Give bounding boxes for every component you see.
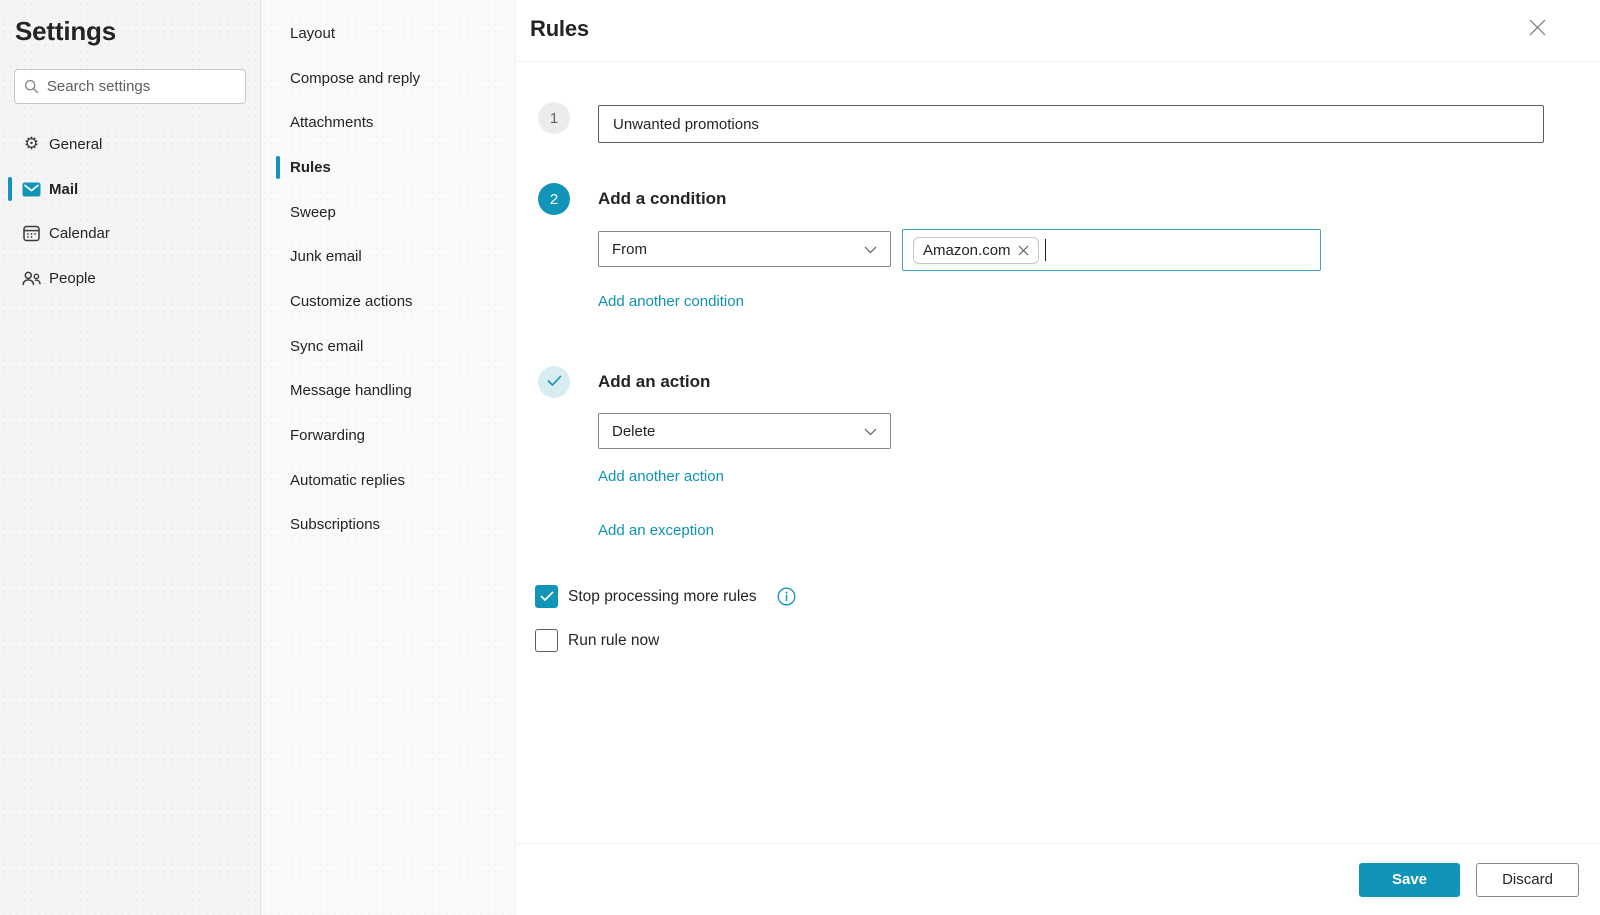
settings-category-nav: ⚙ General Mail Calendar People: [0, 122, 260, 301]
add-another-action-link[interactable]: Add another action: [598, 468, 724, 485]
discard-button[interactable]: Discard: [1476, 863, 1579, 897]
settings-title: Settings: [0, 14, 260, 47]
subnav-item-subscriptions[interactable]: Subscriptions: [261, 503, 515, 548]
sidebar-item-calendar[interactable]: Calendar: [0, 211, 260, 256]
subnav-item-label: Subscriptions: [290, 516, 380, 533]
info-icon[interactable]: [777, 587, 796, 606]
step-3-badge: [538, 366, 570, 398]
subnav-item-label: Message handling: [290, 382, 412, 399]
run-rule-now-label: Run rule now: [568, 632, 659, 650]
subnav-item-label: Layout: [290, 25, 335, 42]
subnav-item-label: Forwarding: [290, 427, 365, 444]
subnav-item-sweep[interactable]: Sweep: [261, 190, 515, 235]
stop-processing-checkbox[interactable]: [535, 585, 558, 608]
mail-icon: [22, 180, 41, 199]
subnav-item-label: Sweep: [290, 204, 336, 221]
sidebar-item-people[interactable]: People: [0, 256, 260, 301]
close-icon[interactable]: [1522, 12, 1552, 42]
calendar-icon: [22, 224, 41, 243]
panel-header: Rules: [516, 0, 1600, 62]
rule-name-input[interactable]: [598, 105, 1544, 143]
sidebar-item-label: Mail: [49, 181, 78, 198]
condition-value-input[interactable]: Amazon.com: [902, 229, 1321, 271]
subnav-item-junk-email[interactable]: Junk email: [261, 234, 515, 279]
subnav-item-label: Rules: [290, 159, 331, 176]
action-type-dropdown[interactable]: Delete: [598, 413, 891, 449]
sidebar-item-general[interactable]: ⚙ General: [0, 122, 260, 167]
step-name-row: 1: [538, 102, 1600, 143]
rule-options: Stop processing more rules Run rule now: [535, 585, 1600, 652]
sidebar-item-label: Calendar: [49, 225, 110, 242]
subnav-item-sync-email[interactable]: Sync email: [261, 324, 515, 369]
subnav-item-compose-and-reply[interactable]: Compose and reply: [261, 56, 515, 101]
subnav-item-attachments[interactable]: Attachments: [261, 100, 515, 145]
action-type-value: Delete: [612, 423, 655, 440]
add-another-condition-link[interactable]: Add another condition: [598, 293, 744, 310]
save-button[interactable]: Save: [1359, 863, 1460, 897]
panel-footer: Save Discard: [516, 843, 1600, 915]
chip-dismiss-icon[interactable]: [1018, 245, 1029, 256]
gear-icon: ⚙: [22, 135, 41, 154]
mail-settings-subnav: Layout Compose and reply Attachments Rul…: [261, 0, 516, 915]
add-condition-heading: Add a condition: [598, 183, 1600, 215]
run-rule-now-row: Run rule now: [535, 629, 1600, 652]
add-action-heading: Add an action: [598, 366, 1600, 398]
condition-type-value: From: [612, 241, 647, 258]
subnav-item-label: Attachments: [290, 114, 373, 131]
stop-processing-label: Stop processing more rules: [568, 588, 757, 606]
step-action-row: Add an action Delete Add another action …: [538, 366, 1600, 540]
search-icon: [23, 77, 40, 96]
subnav-item-rules[interactable]: Rules: [261, 145, 515, 190]
condition-value-chip[interactable]: Amazon.com: [913, 237, 1039, 264]
selected-indicator: [8, 177, 12, 201]
sidebar-item-label: People: [49, 270, 96, 287]
subnav-item-label: Sync email: [290, 338, 363, 355]
step-2-badge: 2: [538, 183, 570, 215]
check-icon: [547, 374, 562, 391]
rule-form: 1 2 Add a condition From: [516, 62, 1600, 652]
chevron-down-icon: [864, 241, 877, 258]
step-condition-row: 2 Add a condition From Amazon.com: [538, 183, 1600, 311]
rules-edit-panel: Rules 1 2 Add a condition From: [516, 0, 1600, 915]
subnav-item-label: Compose and reply: [290, 70, 420, 87]
chevron-down-icon: [864, 423, 877, 440]
stop-processing-row: Stop processing more rules: [535, 585, 1600, 608]
add-an-exception-link[interactable]: Add an exception: [598, 522, 714, 539]
subnav-item-message-handling[interactable]: Message handling: [261, 369, 515, 414]
text-caret: [1045, 239, 1046, 261]
step-1-badge: 1: [538, 102, 570, 134]
page-title: Rules: [530, 16, 589, 42]
subnav-item-label: Automatic replies: [290, 472, 405, 489]
chip-label: Amazon.com: [923, 242, 1011, 259]
selected-indicator: [276, 156, 280, 179]
people-icon: [22, 269, 41, 288]
subnav-item-label: Customize actions: [290, 293, 413, 310]
search-settings-box[interactable]: [14, 69, 246, 104]
subnav-item-forwarding[interactable]: Forwarding: [261, 413, 515, 458]
subnav-item-label: Junk email: [290, 248, 362, 265]
sidebar-item-label: General: [49, 136, 102, 153]
sidebar-item-mail[interactable]: Mail: [0, 167, 260, 212]
run-rule-now-checkbox[interactable]: [535, 629, 558, 652]
condition-type-dropdown[interactable]: From: [598, 231, 891, 267]
search-settings-input[interactable]: [47, 78, 237, 95]
subnav-item-customize-actions[interactable]: Customize actions: [261, 279, 515, 324]
subnav-item-layout[interactable]: Layout: [261, 11, 515, 56]
settings-sidebar: Settings ⚙ General Mail Calendar: [0, 0, 261, 915]
subnav-item-automatic-replies[interactable]: Automatic replies: [261, 458, 515, 503]
